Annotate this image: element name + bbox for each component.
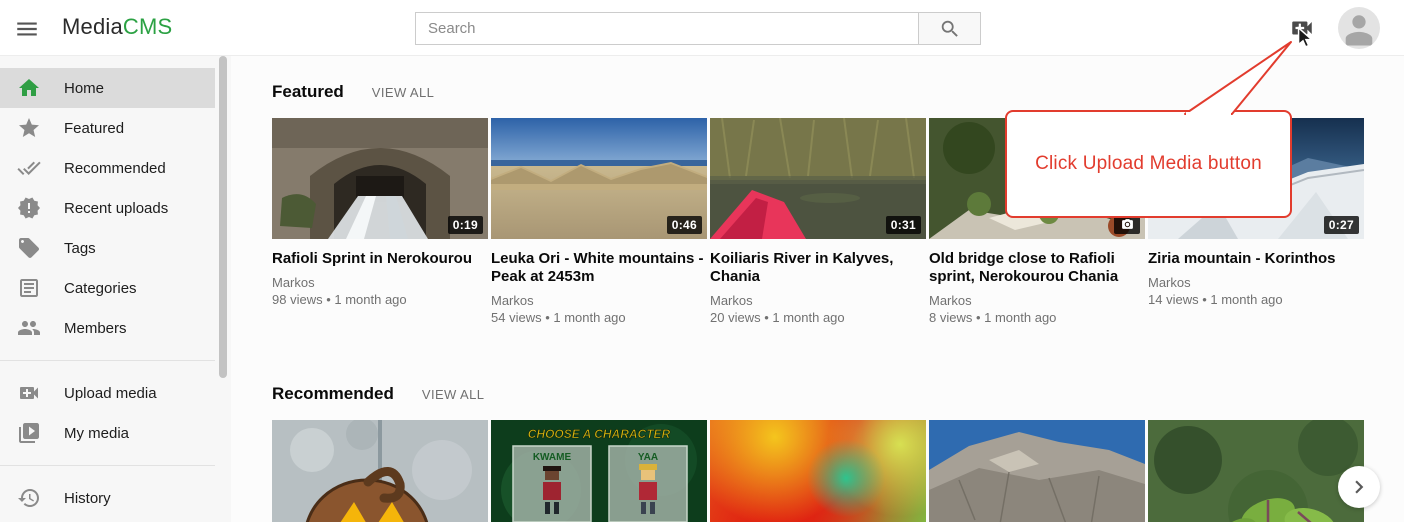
rocky-mountain-thumb-art [929, 420, 1145, 522]
members-icon [17, 316, 41, 340]
new-releases-icon [17, 196, 41, 220]
sidebar-item-tags[interactable]: Tags [0, 228, 215, 268]
game-title-text: CHOOSE A CHARACTER [528, 427, 671, 441]
sidebar-item-categories[interactable]: Categories [0, 268, 215, 308]
annotation-callout-tail [1140, 36, 1310, 116]
sidebar-scrollbar[interactable] [219, 56, 227, 378]
annotation-callout: Click Upload Media button [1005, 110, 1292, 218]
sidebar-item-recent-uploads[interactable]: Recent uploads [0, 188, 215, 228]
tag-icon [17, 236, 41, 260]
video-thumbnail[interactable]: CHOOSE A CHARACTER KWAME YAA S [491, 420, 707, 522]
video-card: 0:19 Rafioli Sprint in Nerokourou Markos… [272, 118, 488, 340]
video-title[interactable]: Rafioli Sprint in Nerokourou [272, 250, 488, 268]
search-button[interactable] [918, 12, 981, 45]
video-thumbnail[interactable] [1148, 420, 1364, 522]
upload-media-icon [17, 381, 41, 405]
duration-badge: 0:27 [1324, 216, 1359, 234]
annotation-text: Click Upload Media button [1035, 153, 1262, 175]
section-title: Recommended [272, 384, 394, 404]
video-author[interactable]: Markos [1148, 274, 1364, 291]
logo-cms-text: CMS [123, 14, 173, 39]
sidebar-item-my-media[interactable]: My media [0, 413, 215, 453]
carousel-next-button[interactable] [1338, 466, 1380, 508]
video-author[interactable]: Markos [491, 292, 707, 309]
done-all-icon [17, 156, 41, 180]
person-icon [1338, 7, 1380, 49]
sidebar-divider [0, 465, 215, 466]
game-left-name: KWAME [533, 452, 572, 463]
mouse-cursor-icon [1294, 26, 1316, 50]
video-author[interactable]: Markos [272, 274, 488, 291]
logo-media-text: Media [62, 14, 123, 39]
sidebar-item-members[interactable]: Members [0, 308, 215, 348]
video-thumbnail[interactable] [710, 420, 926, 522]
home-icon [17, 76, 41, 100]
sidebar-item-featured[interactable]: Featured [0, 108, 215, 148]
video-thumbnail[interactable] [272, 420, 488, 522]
duration-badge: 0:31 [886, 216, 921, 234]
sidebar-nav: Home Featured Recommended Recent uploads… [0, 56, 231, 518]
video-meta: 54 views • 1 month ago [491, 309, 707, 326]
video-title[interactable]: Koiliaris River in Kalyves, Chania [710, 250, 926, 286]
sidebar-item-recommended[interactable]: Recommended [0, 148, 215, 188]
sidebar-divider [0, 360, 215, 361]
search-bar [415, 12, 981, 45]
user-avatar[interactable] [1338, 7, 1380, 49]
video-author[interactable]: Markos [929, 292, 1145, 309]
hamburger-menu-icon[interactable] [14, 16, 42, 40]
categories-icon [17, 276, 41, 300]
sidebar-item-label: Home [64, 80, 104, 97]
video-thumbnail[interactable] [929, 420, 1145, 522]
recommended-videos-row: CHOOSE A CHARACTER KWAME YAA S [272, 420, 1404, 522]
video-meta: 20 views • 1 month ago [710, 309, 926, 326]
sidebar-item-label: History [64, 490, 111, 507]
sidebar: Home Featured Recommended Recent uploads… [0, 56, 231, 522]
sidebar-item-label: Upload media [64, 385, 157, 402]
mediacms-page: MediaCMS Home Featured [0, 0, 1404, 522]
sidebar-item-label: Members [64, 320, 127, 337]
duration-badge: 0:19 [448, 216, 483, 234]
star-icon [17, 116, 41, 140]
sidebar-item-label: Categories [64, 280, 137, 297]
section-title: Featured [272, 82, 344, 102]
video-title[interactable]: Ziria mountain - Korinthos [1148, 250, 1364, 268]
video-thumbnail[interactable]: 0:19 [272, 118, 488, 239]
history-icon [17, 486, 41, 510]
recommended-view-all-link[interactable]: VIEW ALL [422, 387, 484, 402]
video-title[interactable]: Leuka Ori - White mountains - Peak at 24… [491, 250, 707, 286]
chevron-right-icon [1346, 474, 1372, 500]
video-thumbnail[interactable]: 0:46 [491, 118, 707, 239]
sidebar-item-label: Tags [64, 240, 96, 257]
sidebar-item-upload-media[interactable]: Upload media [0, 373, 215, 413]
video-thumbnail[interactable]: 0:31 [710, 118, 926, 239]
video-author[interactable]: Markos [710, 292, 926, 309]
sidebar-item-history[interactable]: History [0, 478, 215, 518]
sidebar-item-label: My media [64, 425, 129, 442]
game-right-name: YAA [638, 452, 658, 463]
duration-badge: 0:46 [667, 216, 702, 234]
green-leaves-thumb-art [1148, 420, 1364, 522]
video-card: 0:31 Koiliaris River in Kalyves, Chania … [710, 118, 926, 340]
video-meta: 98 views • 1 month ago [272, 291, 488, 308]
my-media-icon [17, 421, 41, 445]
sidebar-item-home[interactable]: Home [0, 68, 215, 108]
sidebar-item-label: Recommended [64, 160, 166, 177]
featured-view-all-link[interactable]: VIEW ALL [372, 85, 434, 100]
app-logo[interactable]: MediaCMS [62, 14, 172, 40]
game-character-select-thumb-art: CHOOSE A CHARACTER KWAME YAA S [491, 420, 707, 522]
video-title[interactable]: Old bridge close to Rafioli sprint, Nero… [929, 250, 1145, 286]
video-meta: 14 views • 1 month ago [1148, 291, 1364, 308]
sidebar-item-label: Recent uploads [64, 200, 168, 217]
video-card: 0:46 Leuka Ori - White mountains - Peak … [491, 118, 707, 340]
search-input[interactable] [415, 12, 918, 45]
sidebar-item-label: Featured [64, 120, 124, 137]
recommended-section-header: Recommended VIEW ALL [272, 384, 1404, 404]
camera-icon [1121, 218, 1134, 231]
search-icon [939, 18, 961, 40]
video-meta: 8 views • 1 month ago [929, 309, 1145, 326]
pumpkin-craft-thumb-art [272, 420, 488, 522]
